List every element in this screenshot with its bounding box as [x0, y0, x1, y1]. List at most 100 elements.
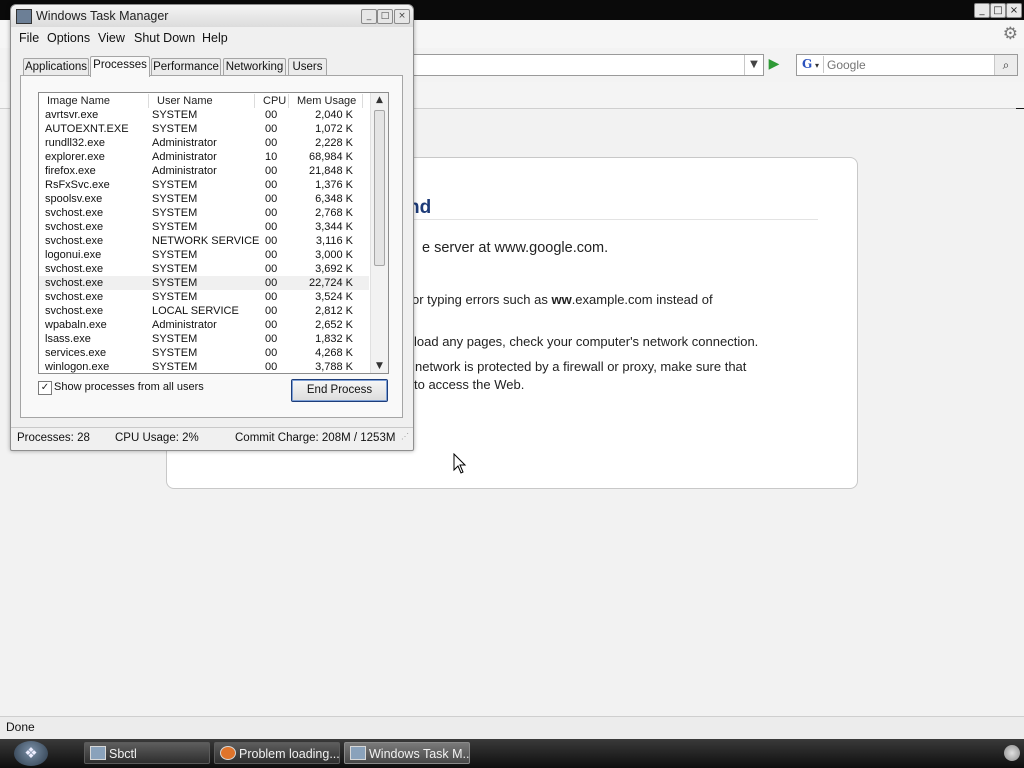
process-row[interactable]: explorer.exe Administrator 10 68,984 K: [39, 150, 369, 164]
error-suggestion: load any pages, check your computer's ne…: [414, 334, 759, 349]
process-mem-usage: 6,348 K: [315, 193, 353, 205]
task-manager-title-bar[interactable]: Windows Task Manager _ □ ×: [11, 5, 413, 27]
process-row[interactable]: services.exe SYSTEM 00 4,268 K: [39, 346, 369, 360]
tab-networking[interactable]: Networking: [223, 58, 286, 75]
process-row[interactable]: svchost.exe LOCAL SERVICE 00 2,812 K: [39, 304, 369, 318]
processes-count: Processes: 28: [17, 432, 90, 444]
process-cpu: 00: [265, 137, 278, 149]
tab-performance[interactable]: Performance: [151, 58, 221, 75]
column-user-name[interactable]: User Name: [149, 94, 255, 108]
task-manager-icon: [350, 746, 366, 760]
process-row[interactable]: svchost.exe SYSTEM 00 3,344 K: [39, 220, 369, 234]
close-icon[interactable]: ×: [1006, 3, 1022, 18]
start-button[interactable]: ❖: [14, 741, 48, 766]
process-name: AUTOEXNT.EXE: [45, 123, 129, 135]
tab-strip: Applications Processes Performance Netwo…: [11, 56, 413, 77]
process-mem-usage: 2,652 K: [315, 319, 353, 331]
show-all-users-label: Show processes from all users: [54, 381, 204, 393]
firefox-icon: [220, 746, 236, 760]
process-name: winlogon.exe: [45, 361, 110, 373]
process-mem-usage: 2,228 K: [315, 137, 353, 149]
process-name: svchost.exe: [45, 291, 104, 303]
search-input[interactable]: [827, 55, 987, 75]
windows-logo-icon: ❖: [24, 744, 38, 762]
column-image-name[interactable]: Image Name: [39, 94, 149, 108]
column-cpu[interactable]: CPU: [255, 94, 289, 108]
process-list-scrollbar[interactable]: ▲ ▼: [370, 93, 388, 373]
process-row[interactable]: svchost.exe SYSTEM 00 22,724 K: [39, 276, 369, 290]
process-cpu: 00: [265, 179, 278, 191]
process-user: SYSTEM: [152, 361, 198, 373]
process-row[interactable]: spoolsv.exe SYSTEM 00 6,348 K: [39, 192, 369, 206]
magnifier-icon[interactable]: ⌕: [994, 55, 1017, 75]
process-row[interactable]: AUTOEXNT.EXE SYSTEM 00 1,072 K: [39, 122, 369, 136]
taskbar-button-task-manager[interactable]: Windows Task M...: [344, 742, 470, 764]
process-list: Image Name User Name CPU Mem Usage avrts…: [38, 92, 389, 374]
gear-icon[interactable]: ⚙: [1003, 24, 1018, 44]
address-bar[interactable]: ▼: [412, 54, 764, 76]
menu-view[interactable]: View: [98, 31, 125, 45]
scroll-thumb[interactable]: [374, 110, 385, 266]
taskbar: ❖ Sbctl Problem loading... Windows Task …: [0, 739, 1024, 768]
tab-users[interactable]: Users: [288, 58, 327, 75]
process-user: SYSTEM: [152, 333, 198, 345]
process-user: NETWORK SERVICE: [152, 235, 260, 247]
tab-applications[interactable]: Applications: [23, 58, 89, 75]
chevron-down-icon[interactable]: ▼: [744, 55, 763, 75]
menu-help[interactable]: Help: [202, 31, 228, 45]
error-message: e server at www.google.com.: [422, 240, 609, 256]
end-process-button[interactable]: End Process: [291, 379, 388, 402]
process-cpu: 00: [265, 305, 278, 317]
process-row[interactable]: logonui.exe SYSTEM 00 3,000 K: [39, 248, 369, 262]
process-row[interactable]: svchost.exe SYSTEM 00 3,692 K: [39, 262, 369, 276]
maximize-icon[interactable]: □: [990, 3, 1006, 18]
process-mem-usage: 4,268 K: [315, 347, 353, 359]
process-name: firefox.exe: [45, 165, 96, 177]
task-manager-status-bar: Processes: 28 CPU Usage: 2% Commit Charg…: [11, 427, 413, 450]
process-mem-usage: 3,116 K: [315, 235, 353, 247]
process-row[interactable]: lsass.exe SYSTEM 00 1,832 K: [39, 332, 369, 346]
minimize-icon[interactable]: _: [974, 3, 990, 18]
process-name: svchost.exe: [45, 305, 104, 317]
console-icon: [90, 746, 106, 760]
column-mem-usage[interactable]: Mem Usage: [289, 94, 363, 108]
process-user: SYSTEM: [152, 249, 198, 261]
process-row[interactable]: winlogon.exe SYSTEM 00 3,788 K: [39, 360, 369, 373]
process-row[interactable]: svchost.exe NETWORK SERVICE 00 3,116 K: [39, 234, 369, 248]
process-row[interactable]: svchost.exe SYSTEM 00 2,768 K: [39, 206, 369, 220]
show-all-users-checkbox[interactable]: ✓: [38, 381, 52, 395]
scroll-down-icon[interactable]: ▼: [371, 359, 388, 373]
menu-shut-down[interactable]: Shut Down: [134, 31, 195, 45]
cpu-usage: CPU Usage: 2%: [115, 432, 199, 444]
process-row[interactable]: rundll32.exe Administrator 00 2,228 K: [39, 136, 369, 150]
process-mem-usage: 1,072 K: [315, 123, 353, 135]
process-row[interactable]: svchost.exe SYSTEM 00 3,524 K: [39, 290, 369, 304]
close-icon[interactable]: ×: [394, 9, 410, 24]
minimize-icon[interactable]: _: [361, 9, 377, 24]
search-engine-selector[interactable]: G ▾: [799, 56, 824, 73]
tray-icon[interactable]: [1004, 745, 1020, 761]
browser-status-bar: Done: [0, 716, 1024, 739]
divider: [408, 219, 818, 220]
taskbar-button-sbctl[interactable]: Sbctl: [84, 742, 210, 764]
process-name: logonui.exe: [45, 249, 102, 261]
menu-file[interactable]: File: [19, 31, 39, 45]
resize-grip-icon[interactable]: ⋰: [401, 432, 411, 442]
process-row[interactable]: avrtsvr.exe SYSTEM 00 2,040 K: [39, 108, 369, 122]
maximize-icon[interactable]: □: [377, 9, 393, 24]
process-name: svchost.exe: [45, 277, 104, 289]
process-name: spoolsv.exe: [45, 193, 103, 205]
process-row[interactable]: RsFxSvc.exe SYSTEM 00 1,376 K: [39, 178, 369, 192]
tab-processes[interactable]: Processes: [90, 56, 150, 77]
menu-options[interactable]: Options: [47, 31, 90, 45]
process-cpu: 00: [265, 277, 278, 289]
process-row[interactable]: firefox.exe Administrator 00 21,848 K: [39, 164, 369, 178]
process-row[interactable]: wpabaln.exe Administrator 00 2,652 K: [39, 318, 369, 332]
process-cpu: 00: [265, 333, 278, 345]
process-mem-usage: 3,524 K: [315, 291, 353, 303]
process-user: SYSTEM: [152, 221, 198, 233]
scroll-up-icon[interactable]: ▲: [371, 93, 388, 107]
search-box: G ▾ ⌕: [796, 54, 1018, 76]
go-arrow-icon[interactable]: ▶: [764, 55, 784, 74]
taskbar-button-firefox[interactable]: Problem loading...: [214, 742, 340, 764]
